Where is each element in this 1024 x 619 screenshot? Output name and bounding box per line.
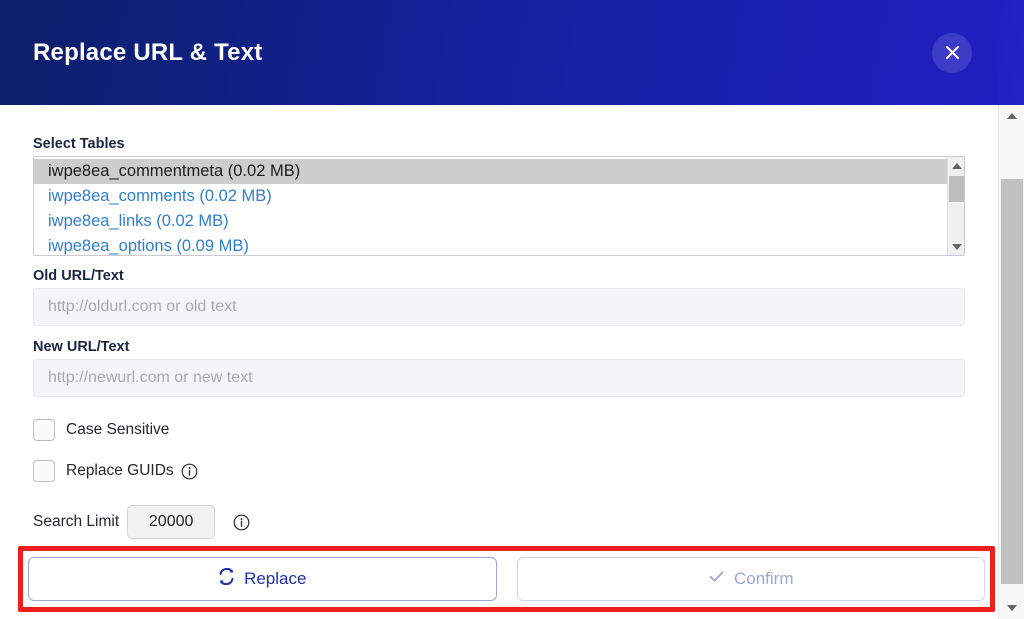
modal-header: Replace URL & Text [0, 0, 998, 105]
list-item[interactable]: iwpe8ea_options (0.09 MB) [34, 234, 947, 255]
page-scrollbar[interactable] [998, 105, 1024, 619]
replace-button[interactable]: Replace [28, 557, 497, 601]
scrollbar-header-filler [998, 0, 1024, 105]
page-scroll-up-arrow-icon[interactable] [999, 105, 1024, 127]
select-tables-label: Select Tables [24, 105, 974, 156]
page-scroll-down-arrow-icon[interactable] [999, 597, 1024, 619]
search-limit-label: Search Limit [33, 513, 119, 531]
modal-body: Select Tables iwpe8ea_commentmeta (0.02 … [0, 105, 998, 619]
info-icon[interactable] [233, 514, 250, 531]
page-title: Replace URL & Text [33, 41, 262, 65]
page-scrollbar-thumb[interactable] [1001, 179, 1023, 584]
list-item[interactable]: iwpe8ea_comments (0.02 MB) [34, 184, 947, 209]
new-url-label: New URL/Text [24, 326, 974, 359]
new-url-input[interactable] [33, 359, 965, 397]
table-list[interactable]: iwpe8ea_commentmeta (0.02 MB) iwpe8ea_co… [34, 157, 947, 255]
replace-url-text-modal: Replace URL & Text Select Tables iwpe8ea… [0, 0, 1024, 619]
select-tables-listbox[interactable]: iwpe8ea_commentmeta (0.02 MB) iwpe8ea_co… [33, 156, 965, 256]
scroll-up-arrow-icon[interactable] [948, 157, 965, 174]
replace-guids-checkbox[interactable] [33, 460, 55, 482]
info-icon[interactable] [181, 463, 198, 480]
listbox-scrollbar[interactable] [947, 157, 964, 255]
confirm-button[interactable]: Confirm [517, 557, 986, 601]
close-button[interactable] [932, 33, 972, 73]
search-limit-row: Search Limit [33, 505, 974, 539]
replace-guids-label: Replace GUIDs [66, 462, 174, 480]
close-icon [943, 43, 962, 62]
footer-highlight-annotation: Replace Confirm [18, 546, 995, 612]
search-limit-input[interactable] [127, 505, 215, 539]
sync-icon [218, 568, 235, 590]
old-url-input[interactable] [33, 288, 965, 326]
list-item[interactable]: iwpe8ea_commentmeta (0.02 MB) [34, 159, 947, 184]
case-sensitive-row[interactable]: Case Sensitive [33, 415, 974, 445]
footer-actions: Replace Confirm [28, 556, 985, 602]
case-sensitive-label: Case Sensitive [66, 421, 169, 439]
check-icon [708, 568, 725, 590]
replace-button-label: Replace [244, 569, 306, 589]
confirm-button-label: Confirm [734, 569, 794, 589]
scrollbar-thumb[interactable] [949, 176, 964, 202]
scroll-down-arrow-icon[interactable] [948, 238, 965, 255]
replace-guids-row[interactable]: Replace GUIDs [33, 456, 974, 486]
old-url-label: Old URL/Text [24, 256, 974, 288]
list-item[interactable]: iwpe8ea_links (0.02 MB) [34, 209, 947, 234]
case-sensitive-checkbox[interactable] [33, 419, 55, 441]
